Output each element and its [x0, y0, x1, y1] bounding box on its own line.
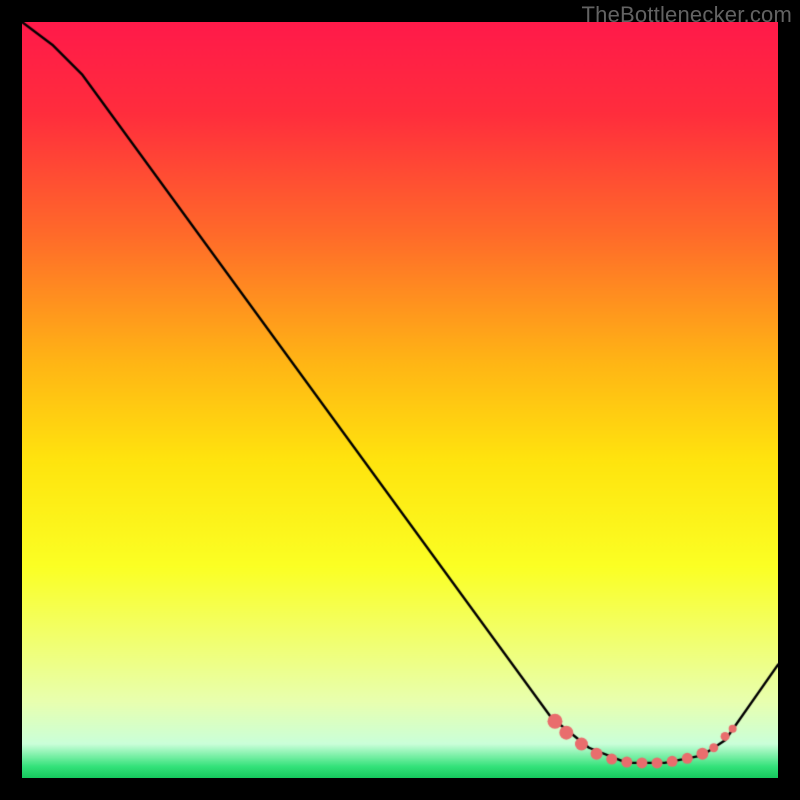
watermark-text: TheBottlenecker.com [582, 2, 792, 28]
chart-stage: TheBottlenecker.com [0, 0, 800, 800]
chart-canvas [22, 22, 778, 778]
plot-area [22, 22, 778, 778]
